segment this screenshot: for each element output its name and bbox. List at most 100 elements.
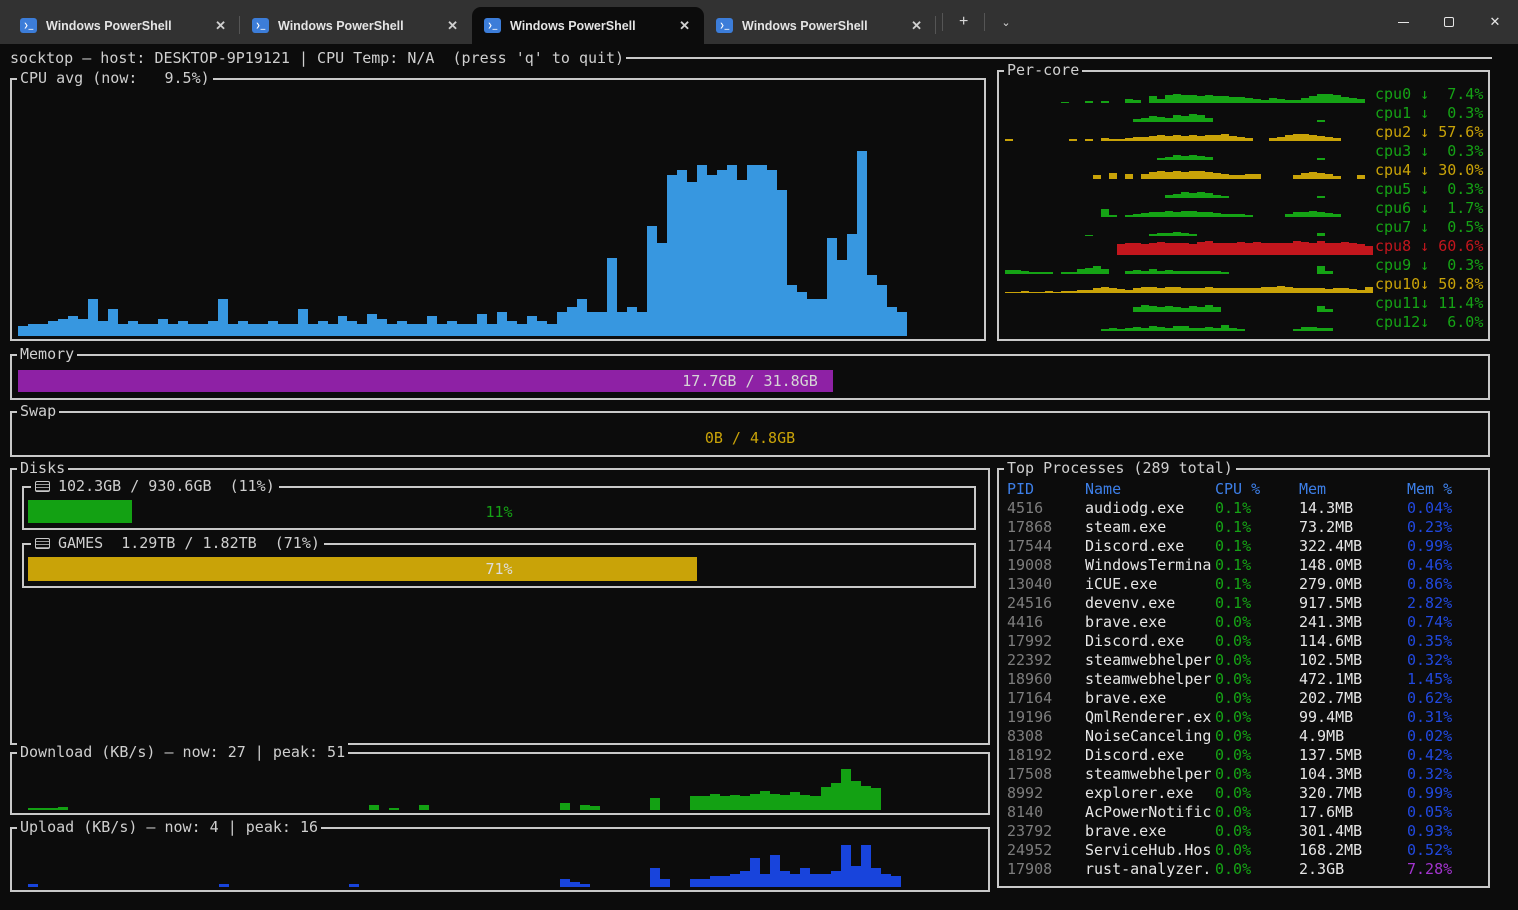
core-row-cpu8: cpu8 ↓ 60.6% [1005,236,1484,255]
process-cpu-pct: 0.0% [1215,765,1251,783]
cpu-avg-panel: CPU avg (now: 9.5%) [10,78,986,341]
core-row-cpu7: cpu7 ↓ 0.5% [1005,217,1484,236]
process-rows: 4516audiodg.exe0.1%14.3MB0.04%17868steam… [1007,499,1484,879]
upload-chart [18,842,982,887]
terminal-window: ❯_ Windows PowerShell ✕ ❯_ Windows PowerShel… [0,0,1518,910]
process-name: audiodg.exe [1085,499,1184,517]
terminal-content: socktop — host: DESKTOP-9P19121 | CPU Te… [0,44,1518,910]
disk-gauge-games: GAMES 1.29TB / 1.82TB (71%) 71% [22,543,976,588]
maximize-button[interactable] [1426,0,1472,44]
process-pid: 18960 [1007,670,1052,688]
process-mem-pct: 0.74% [1407,613,1452,631]
process-cpu-pct: 0.0% [1215,708,1251,726]
cpu10-sparkline [1005,276,1373,293]
process-pid: 23792 [1007,822,1052,840]
process-name: rust-analyzer. [1085,860,1211,878]
process-pid: 22392 [1007,651,1052,669]
process-pid: 24952 [1007,841,1052,859]
close-button[interactable]: ✕ [1472,0,1518,44]
process-name: devenv.exe [1085,594,1175,612]
process-pid: 4416 [1007,613,1043,631]
cpu7-label: cpu7 ↓ 0.5% [1375,218,1483,236]
process-cpu-pct: 0.1% [1215,518,1251,536]
process-row-steamwebhelper: 18960steamwebhelper0.0%472.1MB1.45% [1007,670,1484,689]
powershell-icon: ❯_ [20,18,37,33]
process-mem: 322.4MB [1299,537,1362,555]
process-cpu-pct: 0.0% [1215,746,1251,764]
tab-label: Windows PowerShell [510,19,636,33]
tab-1[interactable]: ❯_ Windows PowerShell ✕ [8,7,240,44]
process-pid: 8308 [1007,727,1043,745]
process-name: brave.exe [1085,689,1166,707]
tab-2[interactable]: ❯_ Windows PowerShell ✕ [240,7,472,44]
process-row-steamwebhelper: 17508steamwebhelper0.0%104.3MB0.32% [1007,765,1484,784]
disk-c-header: 102.3GB / 930.6GB (11%) [31,477,279,496]
minimize-button[interactable] [1380,0,1426,44]
process-name: steamwebhelper [1085,765,1211,783]
process-cpu-pct: 0.1% [1215,575,1251,593]
process-mem-pct: 0.23% [1407,518,1452,536]
gauge-label: 11% [28,500,970,523]
process-row-Discord.exe: 17992Discord.exe0.0%114.6MB0.35% [1007,632,1484,651]
powershell-icon: ❯_ [252,18,269,33]
cpu6-label: cpu6 ↓ 1.7% [1375,199,1483,217]
process-name: Discord.exe [1085,632,1184,650]
process-mem-pct: 1.45% [1407,670,1452,688]
new-tab-button[interactable]: + [949,9,978,35]
process-mem: 102.5MB [1299,651,1362,669]
process-row-WindowsTermina: 19008WindowsTermina0.1%148.0MB0.46% [1007,556,1484,575]
process-name: steamwebhelper [1085,670,1211,688]
tab-close-icon[interactable]: ✕ [443,18,462,34]
memory-gauge: 17.7GB / 31.8GB [18,370,1482,392]
cpu12-label: cpu12↓ 6.0% [1375,313,1483,331]
divider [942,13,943,31]
process-name: iCUE.exe [1085,575,1157,593]
process-cpu-pct: 0.0% [1215,632,1251,650]
process-mem: 279.0MB [1299,575,1362,593]
process-mem-pct: 0.32% [1407,765,1452,783]
disk-games-usage-gauge: 71% [28,557,970,581]
process-mem: 99.4MB [1299,708,1353,726]
process-cpu-pct: 0.0% [1215,803,1251,821]
process-mem: 137.5MB [1299,746,1362,764]
tab-close-icon[interactable]: ✕ [211,18,230,34]
divider [984,13,985,31]
per-core-panel: Per-core cpu0 ↓ 7.4%cpu1 ↓ 0.3%cpu2 ↓ 57… [997,70,1490,341]
process-cpu-pct: 0.1% [1215,499,1251,517]
disks-title: Disks [17,459,68,478]
memory-title: Memory [17,345,77,364]
cpu3-label: cpu3 ↓ 0.3% [1375,142,1483,160]
top-processes-title: Top Processes (289 total) [1004,459,1236,478]
tab-label: Windows PowerShell [46,19,172,33]
core-row-cpu12: cpu12↓ 6.0% [1005,312,1484,331]
process-row-brave.exe: 4416brave.exe0.0%241.3MB0.74% [1007,613,1484,632]
tab-label: Windows PowerShell [742,19,868,33]
cpu3-sparkline [1005,143,1373,160]
tab-3-active[interactable]: ❯_Windows PowerShell✕ [472,7,704,44]
process-mem-pct: 0.99% [1407,784,1452,802]
process-mem-pct: 0.52% [1407,841,1452,859]
col-header-pid: PID [1007,480,1034,498]
process-row-QmlRenderer.ex: 19196QmlRenderer.ex0.0%99.4MB0.31% [1007,708,1484,727]
cpu8-label: cpu8 ↓ 60.6% [1375,237,1483,255]
disk-c-usage-gauge: 11% [28,500,970,523]
cpu1-label: cpu1 ↓ 0.3% [1375,104,1483,122]
tab-dropdown-chevron-icon[interactable]: ⌄ [991,12,1020,33]
core-row-cpu4: cpu4 ↓ 30.0% [1005,160,1484,179]
disk-games-label: GAMES 1.29TB / 1.82TB (71%) [58,534,320,553]
tab-close-icon[interactable]: ✕ [907,18,926,34]
process-pid: 8992 [1007,784,1043,802]
cpu4-sparkline [1005,162,1373,179]
download-title: Download (KB/s) — now: 27 | peak: 51 [17,743,348,762]
cpu2-label: cpu2 ↓ 57.6% [1375,123,1483,141]
download-panel: Download (KB/s) — now: 27 | peak: 51 [10,752,990,815]
process-pid: 4516 [1007,499,1043,517]
gauge-label: 0B / 4.8GB [18,427,1482,449]
memory-panel: Memory 17.7GB / 31.8GB [10,354,1490,400]
cpu12-sparkline [1005,314,1373,331]
tab-close-icon[interactable]: ✕ [675,18,694,34]
cpu2-sparkline [1005,124,1373,141]
process-row-audiodg.exe: 4516audiodg.exe0.1%14.3MB0.04% [1007,499,1484,518]
tab-label: Windows PowerShell [278,19,404,33]
tab-4[interactable]: ❯_Windows PowerShell✕ [704,7,936,44]
